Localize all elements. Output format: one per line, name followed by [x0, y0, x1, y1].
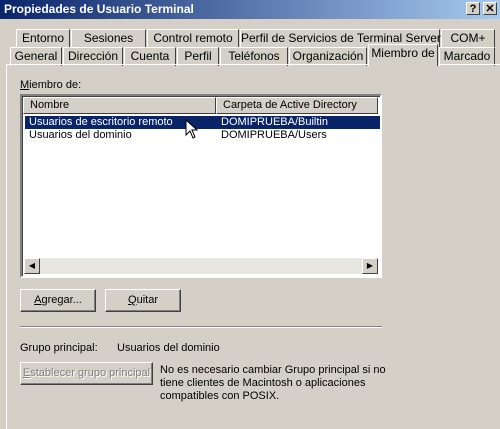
help-button[interactable]: ? [466, 2, 480, 15]
close-button[interactable]: ✕ [483, 2, 497, 15]
window-title: Propiedades de Usuario Terminal [4, 2, 194, 16]
primary-group-label: Grupo principal: [20, 342, 98, 354]
column-header-carpeta[interactable]: Carpeta de Active Directory [216, 97, 378, 114]
list-item[interactable]: Usuarios del dominio DOMIPRUEBA/Users [25, 129, 380, 142]
tab-sesiones[interactable]: Sesiones [71, 29, 146, 48]
tab-com-plus[interactable]: COM+ [441, 29, 495, 48]
set-primary-group-button: Establecer grupo principal [20, 362, 153, 385]
primary-group-value: Usuarios del dominio [117, 342, 220, 354]
arrow-right-icon[interactable]: ▶ [362, 258, 378, 274]
horizontal-scrollbar[interactable]: ◀ ▶ [24, 258, 378, 274]
tab-miembro-de[interactable]: Miembro de [368, 44, 438, 66]
member-of-list[interactable]: Nombre Carpeta de Active Directory Usuar… [20, 94, 382, 278]
tab-entorno[interactable]: Entorno [16, 29, 70, 48]
group-name: Usuarios de escritorio remoto [29, 116, 173, 128]
separator [20, 326, 382, 328]
remove-button[interactable]: Quitar [105, 289, 181, 312]
title-bar: Propiedades de Usuario Terminal ? ✕ [0, 0, 500, 19]
column-header-nombre[interactable]: Nombre [23, 97, 216, 114]
arrow-left-icon[interactable]: ◀ [24, 258, 40, 274]
primary-group-note: No es necesario cambiar Grupo principal … [160, 364, 386, 402]
group-folder: DOMIPRUEBA/Builtin [221, 116, 328, 128]
add-button[interactable]: Agregar... [20, 289, 96, 312]
list-item[interactable]: Usuarios de escritorio remoto DOMIPRUEBA… [25, 116, 380, 129]
mouse-pointer-icon [185, 119, 199, 139]
member-of-label: Miembro de: [20, 79, 82, 91]
group-name: Usuarios del dominio [29, 129, 132, 141]
group-folder: DOMIPRUEBA/Users [221, 129, 327, 141]
tab-control-remoto[interactable]: Control remoto [147, 29, 239, 48]
